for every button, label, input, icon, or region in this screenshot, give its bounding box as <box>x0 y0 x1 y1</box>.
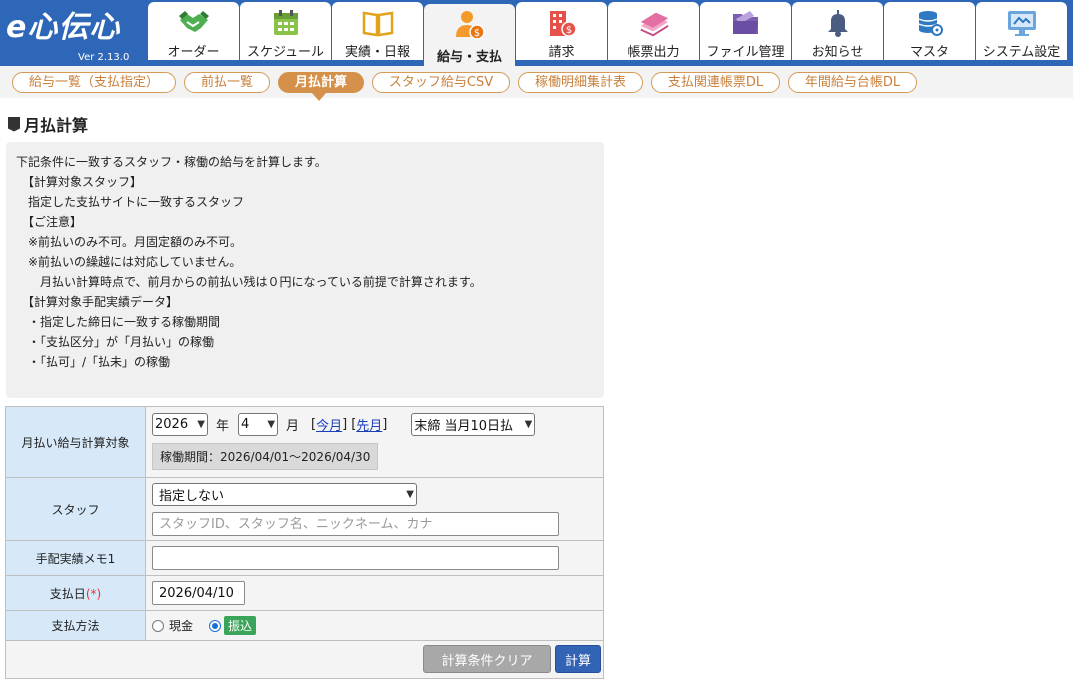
clear-conditions-button[interactable]: 計算条件クリア <box>423 645 551 673</box>
page-title: 月払計算 <box>8 112 88 136</box>
staff-label: スタッフ <box>5 477 146 541</box>
bracket: ] <box>382 417 388 432</box>
tab-files[interactable]: ファイル管理 <box>700 2 791 60</box>
subnav-payment-forms-dl[interactable]: 支払関連帳票DL <box>651 72 780 93</box>
sub-navigation: 給与一覧（支払指定） 前払一覧 月払計算 スタッフ給与CSV 稼働明細集計表 支… <box>0 66 1073 98</box>
tab-label: システム設定 <box>982 45 1061 60</box>
chevron-down-icon: ▼ <box>267 419 276 430</box>
active-pill-pointer <box>312 93 326 101</box>
subnav-advance-list[interactable]: 前払一覧 <box>184 72 270 93</box>
tab-results[interactable]: 実績・日報 <box>332 2 423 60</box>
bell-icon <box>821 8 855 38</box>
svg-text:$: $ <box>565 25 571 36</box>
tab-label: 実績・日報 <box>344 45 410 60</box>
pay-method-cell: 現金 振込 <box>145 610 604 641</box>
building-coin-icon: $ <box>545 8 579 38</box>
calculate-button[interactable]: 計算 <box>555 645 601 673</box>
memo-label: 手配実績メモ1 <box>5 540 146 576</box>
folder-icon <box>729 8 763 38</box>
tab-notices[interactable]: お知らせ <box>792 2 883 60</box>
tab-label: 帳票出力 <box>627 45 680 60</box>
memo-input[interactable] <box>152 546 559 570</box>
tab-label: 給与・支払 <box>436 50 502 65</box>
required-mark: (*) <box>85 586 102 601</box>
calendar-icon <box>269 8 303 38</box>
version-label: Ver 2.13.0 <box>78 52 130 63</box>
memo-cell <box>145 540 604 576</box>
note-line: 下記条件に一致するスタッフ・稼働の給与を計算します。 <box>16 155 327 169</box>
note-line: 【計算対象手配実績データ】 <box>16 295 179 309</box>
tab-forms[interactable]: 帳票出力 <box>608 2 699 60</box>
database-gear-icon <box>913 8 947 38</box>
note-line: 月払い計算時点で、前月からの前払い残は０円になっている前提で計算されます。 <box>16 275 482 289</box>
target-label: 月払い給与計算対象 <box>5 406 146 478</box>
prev-month-link[interactable]: 先月 <box>356 415 382 434</box>
pay-date-label-text: 支払日 <box>49 586 86 601</box>
month-unit: 月 <box>286 419 300 434</box>
subnav-salary-list[interactable]: 給与一覧（支払指定） <box>12 72 176 93</box>
top-navigation-bar: e心伝心 Ver 2.13.0 オーダー スケジュール 実績・日報 $ 給与・支… <box>0 0 1073 66</box>
app-logo[interactable]: e心伝心 Ver 2.13.0 <box>4 4 142 64</box>
tab-label: 請求 <box>548 45 575 60</box>
pay-method-label: 支払方法 <box>5 610 146 641</box>
target-cell: 2026 ▼ 年 4 ▼ 月 [今月] [先月] 末締 当月10日払 ▼ 稼働期間：2… <box>145 406 604 478</box>
chevron-down-icon: ▼ <box>524 419 533 430</box>
subnav-monthly-calc[interactable]: 月払計算 <box>278 72 364 93</box>
tab-label: オーダー <box>167 45 220 60</box>
staff-search-input[interactable] <box>152 512 559 536</box>
note-line: ※前払いの繰越には対応していません。 <box>16 255 242 269</box>
tab-billing[interactable]: $ 請求 <box>516 2 607 60</box>
year-unit: 年 <box>216 419 230 434</box>
instructions-box: 下記条件に一致するスタッフ・稼働の給与を計算します。 【計算対象スタッフ】 指定… <box>6 142 604 398</box>
tab-label: マスタ <box>909 45 949 60</box>
subnav-staff-salary-csv[interactable]: スタッフ給与CSV <box>372 72 510 93</box>
tab-label: ファイル管理 <box>706 45 785 60</box>
bracket: ] <box>342 417 348 432</box>
tab-system-settings[interactable]: システム設定 <box>976 2 1067 60</box>
cash-label: 現金 <box>169 619 194 633</box>
month-select[interactable]: 4 ▼ <box>238 413 279 436</box>
handshake-icon <box>177 8 211 38</box>
documents-icon <box>637 8 671 38</box>
calc-condition-form: 月払い給与計算対象 2026 ▼ 年 4 ▼ 月 [今月] [先月] 末締 当月10… <box>5 406 604 679</box>
note-line: ・指定した締日に一致する稼働期間 <box>16 315 221 329</box>
title-marker-icon <box>8 116 20 132</box>
note-line: ・「支払区分」が「月払い」の稼働 <box>16 335 215 349</box>
tab-master[interactable]: マスタ <box>884 2 975 60</box>
pay-date-input[interactable] <box>152 581 245 605</box>
note-line: 【ご注意】 <box>16 215 83 229</box>
tab-order[interactable]: オーダー <box>148 2 239 60</box>
note-line: 【計算対象スタッフ】 <box>16 175 143 189</box>
button-row: 計算条件クリア 計算 <box>5 640 604 679</box>
closing-select[interactable]: 末締 当月10日払 ▼ <box>411 413 536 436</box>
logo-text: e心伝心 <box>6 10 121 45</box>
tab-schedule[interactable]: スケジュール <box>240 2 331 60</box>
staff-cell: 指定しない ▼ <box>145 477 604 541</box>
pay-date-label: 支払日(*) <box>5 575 146 611</box>
book-icon <box>361 8 395 38</box>
person-coin-icon: $ <box>453 10 487 40</box>
note-line: ※前払いのみ不可。月固定額のみ不可。 <box>16 235 243 249</box>
transfer-radio[interactable] <box>209 619 222 632</box>
work-period-label: 稼働期間：2026/04/01～2026/04/30 <box>152 443 379 470</box>
chevron-down-icon: ▼ <box>197 419 205 430</box>
tab-label: お知らせ <box>811 45 864 60</box>
year-select[interactable]: 2026 ▼ <box>152 413 208 436</box>
this-month-link[interactable]: 今月 <box>316 415 342 434</box>
cash-radio[interactable] <box>152 619 164 632</box>
note-line: 指定した支払サイトに一致するスタッフ <box>16 195 245 209</box>
subnav-annual-ledger-dl[interactable]: 年間給与台帳DL <box>788 72 917 93</box>
transfer-label: 振込 <box>224 616 257 635</box>
note-line: ・「払可」/「払未」の稼働 <box>16 355 171 369</box>
tab-label: スケジュール <box>246 45 325 60</box>
pay-date-cell <box>145 575 604 611</box>
staff-select[interactable]: 指定しない ▼ <box>152 483 417 506</box>
chevron-down-icon: ▼ <box>406 489 414 500</box>
subnav-work-summary[interactable]: 稼働明細集計表 <box>518 72 643 93</box>
monitor-settings-icon <box>1005 8 1039 38</box>
svg-text:$: $ <box>473 28 479 39</box>
page-title-text: 月払計算 <box>24 116 89 135</box>
tab-payroll[interactable]: $ 給与・支払 <box>424 4 515 66</box>
